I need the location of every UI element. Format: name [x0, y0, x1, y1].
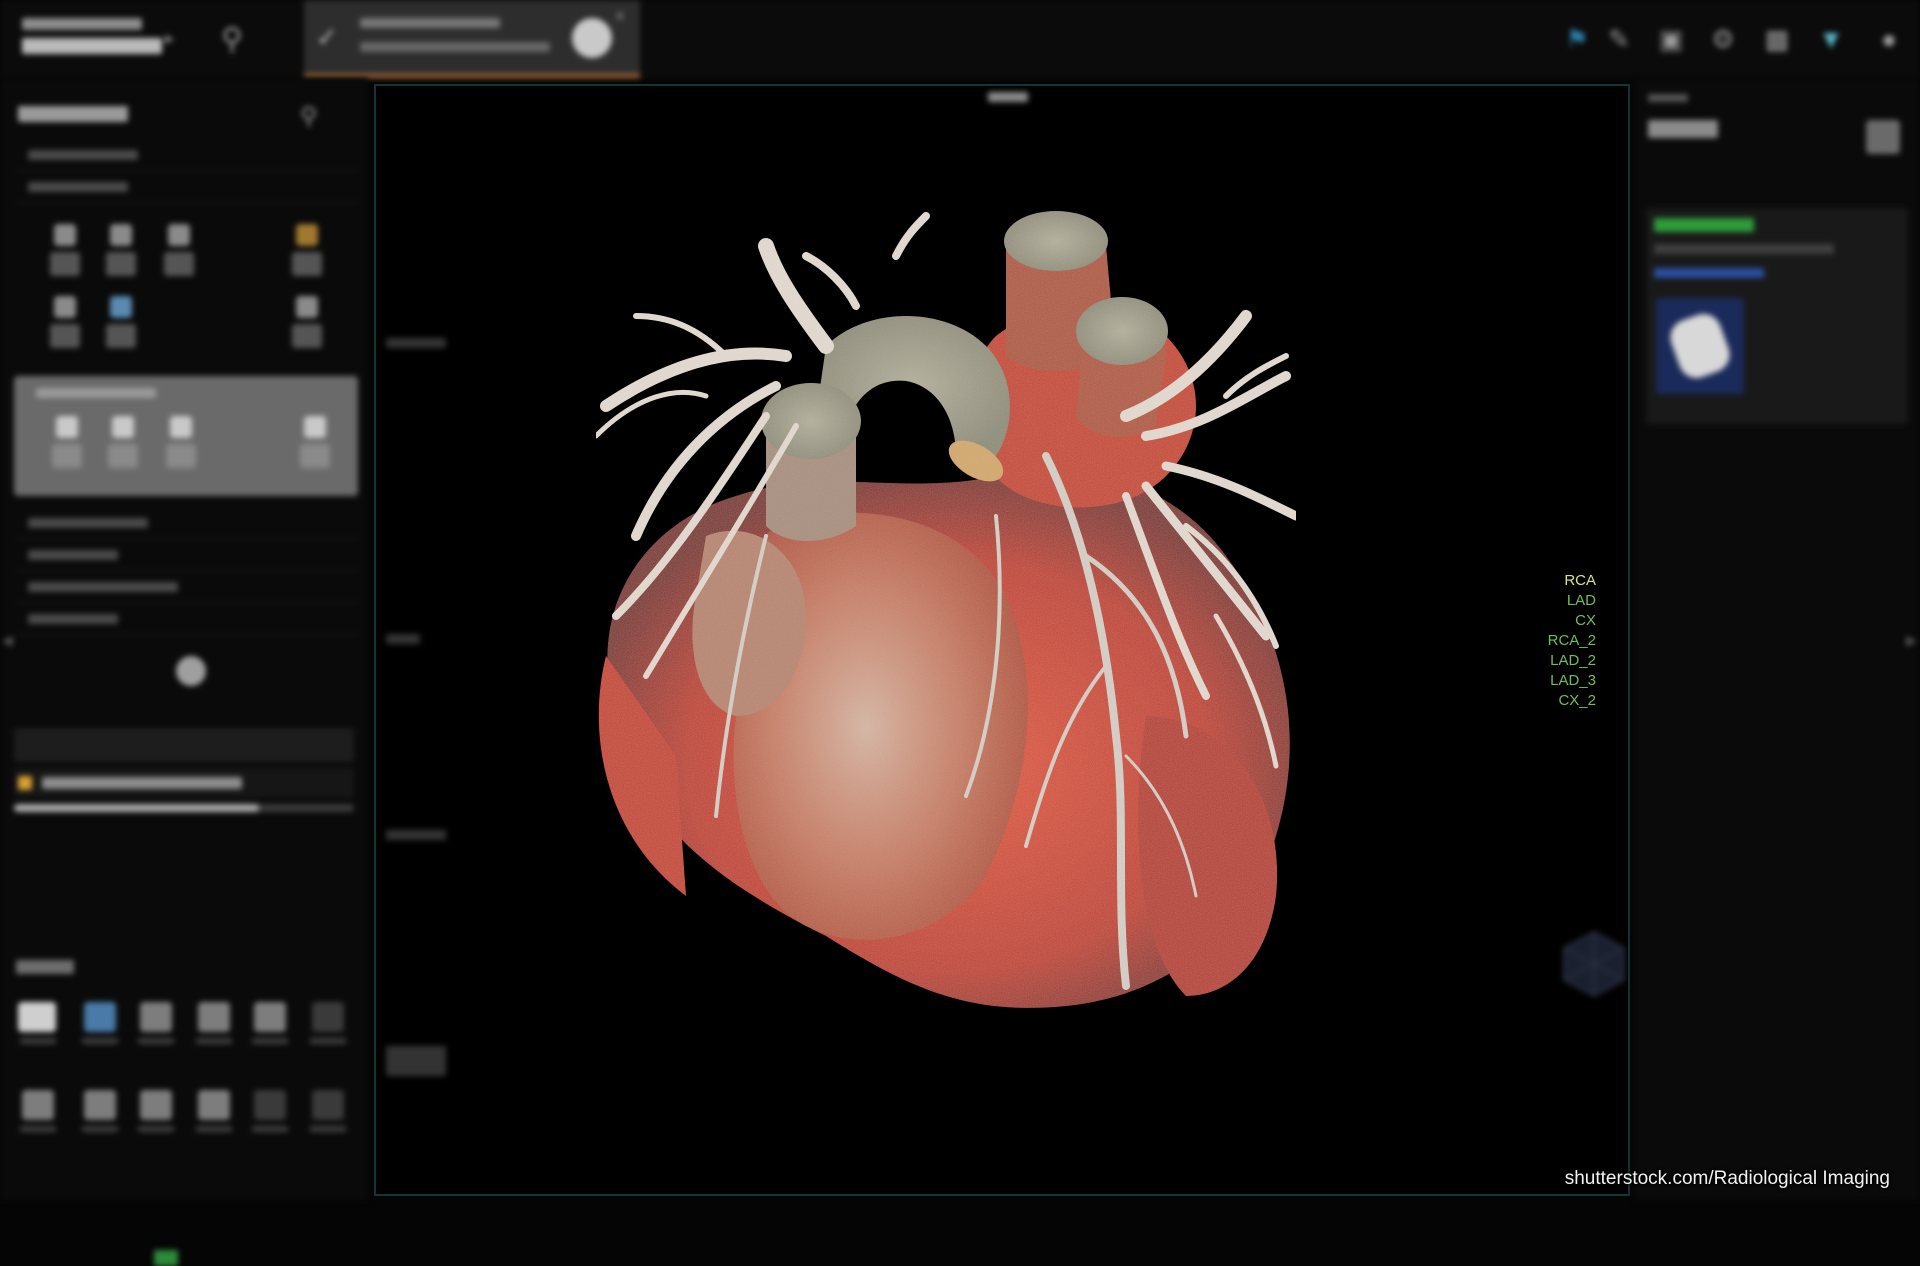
list-item[interactable] — [16, 574, 356, 603]
list-item[interactable] — [16, 142, 356, 171]
series-title — [1648, 120, 1718, 138]
step-thumbnail[interactable] — [286, 224, 326, 280]
list-item[interactable] — [16, 606, 356, 635]
step-thumbnail[interactable] — [158, 224, 198, 280]
top-toolbar: ▸ ⚲ ✓ ✕ ⚑ ✎ ▣ ⚙ ▩ ▼ ● — [0, 0, 1920, 78]
tool-button[interactable] — [190, 1084, 238, 1138]
tool-button[interactable] — [76, 996, 124, 1050]
tab-status-icon[interactable] — [572, 18, 612, 58]
close-icon[interactable]: ✕ — [614, 8, 626, 25]
settings-icon[interactable]: ⚙ — [1706, 22, 1740, 56]
chevron-right-icon[interactable]: ▸ — [165, 28, 179, 48]
tool-button[interactable] — [14, 996, 62, 1050]
findings-navigator-label — [42, 777, 242, 789]
network-icon[interactable]: ▼ — [1814, 22, 1848, 56]
series-card[interactable] — [1646, 208, 1908, 424]
step-thumbnail[interactable] — [44, 224, 84, 280]
tool-button[interactable] — [76, 1084, 124, 1138]
vessel-label[interactable]: CX_2 — [1558, 692, 1596, 709]
vessel-label[interactable]: LAD_2 — [1550, 652, 1596, 669]
status-indicator — [154, 1250, 178, 1266]
orientation-cube-icon[interactable] — [1556, 926, 1632, 1002]
series-link[interactable] — [1654, 268, 1764, 278]
tool-button[interactable] — [246, 996, 294, 1050]
tool-button[interactable] — [304, 1084, 352, 1138]
tools-section-title — [16, 960, 74, 974]
case-tab-icon: ✓ — [316, 22, 338, 52]
findings-slider[interactable] — [14, 804, 354, 812]
right-series-panel — [1634, 78, 1920, 1200]
chevron-left-icon[interactable]: ◀ — [2, 632, 13, 649]
step-thumbnail[interactable] — [44, 296, 84, 352]
tool-button[interactable] — [304, 996, 352, 1050]
list-item[interactable] — [16, 510, 356, 539]
vessel-label[interactable]: LAD_3 — [1550, 672, 1596, 689]
tab-title — [360, 18, 500, 28]
tool-button[interactable] — [190, 996, 238, 1050]
series-status-badge — [1654, 218, 1754, 232]
tab-subtitle — [360, 42, 550, 52]
list-item[interactable] — [16, 174, 356, 203]
viewer-overlay-text — [386, 338, 446, 348]
series-description — [1654, 244, 1834, 254]
findings-header[interactable] — [14, 728, 354, 762]
orientation-label-top — [988, 92, 1028, 102]
viewer-overlay-text — [386, 634, 420, 644]
user-icon[interactable]: ● — [1872, 22, 1906, 56]
step-thumbnail[interactable] — [100, 296, 140, 352]
screen-icon[interactable]: ▣ — [1654, 22, 1688, 56]
pin-icon[interactable]: ⚑ — [1560, 22, 1594, 56]
tool-button[interactable] — [132, 996, 180, 1050]
search-icon[interactable]: ⚲ — [212, 20, 252, 60]
vessel-label[interactable]: RCA — [1564, 572, 1596, 589]
vessel-label[interactable]: CX — [1575, 612, 1596, 629]
viewer-overlay-text — [386, 830, 446, 840]
expand-button[interactable] — [176, 656, 206, 686]
pen-icon[interactable]: ✎ — [1602, 22, 1636, 56]
panel-caption — [1648, 94, 1688, 102]
step-thumbnail[interactable] — [100, 224, 140, 280]
findings-marker-icon — [18, 776, 32, 790]
folder-icon[interactable]: ▩ — [1760, 22, 1794, 56]
selected-step-group[interactable] — [14, 376, 358, 496]
search-icon[interactable]: ⚲ — [300, 102, 318, 131]
workflow-title — [18, 106, 128, 122]
3d-volume-viewer[interactable]: RCA LAD CX RCA_2 LAD_2 LAD_3 CX_2 — [374, 84, 1630, 1196]
left-workflow-panel: ⚲ — [0, 78, 368, 1266]
tool-button[interactable] — [14, 1084, 62, 1138]
vessel-label[interactable]: LAD — [1567, 592, 1596, 609]
findings-navigator[interactable] — [14, 768, 354, 798]
vessel-label[interactable]: RCA_2 — [1548, 632, 1596, 649]
vendor-logo — [22, 14, 162, 62]
watermark: shutterstock.com/Radiological Imaging — [1564, 1168, 1890, 1189]
list-item[interactable] — [16, 542, 356, 571]
tab-patient-case[interactable]: ✓ — [304, 0, 640, 78]
step-thumbnail[interactable] — [286, 296, 326, 352]
tool-button[interactable] — [246, 1084, 294, 1138]
viewer-overlay-text — [386, 1046, 446, 1076]
series-thumbnail[interactable] — [1656, 298, 1744, 394]
chevron-right-icon[interactable]: ▶ — [1906, 632, 1917, 649]
tool-button[interactable] — [132, 1084, 180, 1138]
heart-volume-rendering[interactable] — [526, 196, 1406, 1056]
layout-icon[interactable] — [1866, 120, 1900, 154]
